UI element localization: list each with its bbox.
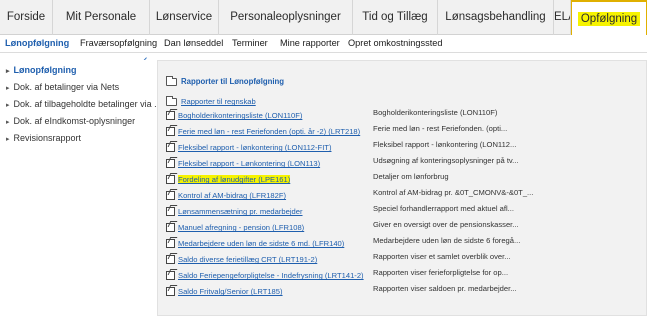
report-link[interactable]: Ferie med løn - rest Feriefonden (opti. … — [178, 127, 360, 136]
report-link[interactable]: Bogholderikonteringsliste (LON110F) — [178, 111, 302, 120]
report-row: Ferie med løn - rest Feriefonden (opti. … — [166, 123, 507, 137]
report-link[interactable]: Kontrol af AM-bidrag (LFR182F) — [178, 191, 286, 200]
report-icon — [166, 223, 175, 233]
heading-label: Rapporter til Lønopfølgning — [181, 77, 285, 87]
report-description: Rapporten viser saldoen pr. medarbejder.… — [373, 284, 517, 293]
tab-personaleoplysninger[interactable]: Personaleoplysninger — [219, 0, 353, 35]
report-link[interactable]: Fleksibel rapport - lønkontering (LON112… — [178, 143, 331, 152]
tab-label: Opfølgning — [577, 12, 641, 26]
report-icon — [166, 287, 175, 297]
report-link[interactable]: Saldo Fritvalg/Senior (LRT185) — [178, 287, 283, 296]
sidebar-item-loenopfoelgning[interactable]: ▸ Lønopfølgning — [6, 65, 77, 75]
sidebar-item-label: Dok. af tilbageholdte betalinger via ... — [13, 99, 162, 109]
tab-tid-og-tillaeg[interactable]: Tid og Tillæg — [353, 0, 438, 35]
report-icon — [166, 191, 175, 201]
bullet-icon: ▸ — [6, 68, 10, 75]
report-row: Saldo Fritvalg/Senior (LRT185) Rapporten… — [166, 283, 517, 297]
sub-navigation: Lønopfølgning Fraværsopfølgning Dan løns… — [0, 35, 647, 53]
report-description: Detaljer om lønforbrug — [373, 172, 449, 181]
report-icon — [166, 127, 175, 137]
report-icon — [166, 255, 175, 265]
sidebar-item-nets[interactable]: ▸ Dok. af betalinger via Nets — [6, 82, 119, 92]
bullet-icon: ▸ — [6, 136, 10, 143]
sidebar-item-label: Dok. af betalinger via Nets — [13, 82, 120, 92]
report-description: Speciel forhandlerrapport med aktuel afl… — [373, 204, 514, 213]
report-link[interactable]: Medarbejdere uden løn de sidste 6 md. (L… — [178, 239, 344, 248]
report-icon — [166, 159, 175, 169]
bullet-icon: ▸ — [6, 119, 10, 126]
tab-label: Lønsagsbehandling — [445, 11, 546, 23]
tab-ela-loenkontor[interactable]: ELA Lønkontor — [554, 0, 571, 35]
bullet-icon: ▸ — [6, 85, 10, 92]
tab-label: ELA Lønkontor — [554, 11, 570, 23]
report-description: Giver en oversigt over de pensionskasser… — [373, 220, 519, 229]
subtab-mine-rapporter[interactable]: Mine rapporter — [280, 38, 340, 48]
report-icon — [166, 207, 175, 217]
report-description: Medarbejdere uden løn de sidste 6 foregå… — [373, 236, 521, 245]
report-row: Manuel afregning - pension (LFR108) Give… — [166, 219, 519, 233]
report-description: Ferie med løn - rest Feriefonden. (opti.… — [373, 124, 508, 133]
sidebar-item-label: Dok. af eIndkomst-oplysninger — [13, 116, 136, 126]
subtab-opret-omkostningssted[interactable]: Opret omkostningssted — [348, 38, 442, 48]
report-description: Kontrol af AM-bidrag pr. &0T_CMONV&-&0T_… — [373, 188, 534, 197]
sidebar: ▸ Lønopfølgning ▸ Dok. af betalinger via N… — [0, 60, 162, 324]
report-link[interactable]: Saldo Feriepengeforpligtelse - Indefrysn… — [178, 271, 364, 280]
subtab-terminer[interactable]: Terminer — [232, 38, 268, 48]
tab-loensagsbehandling[interactable]: Lønsagsbehandling — [438, 0, 554, 35]
subtab-dan-loenseddel[interactable]: Dan lønseddel — [164, 38, 223, 48]
report-row: Fordeling af lønudgifter (LPE161) Detalj… — [166, 171, 449, 185]
bullet-icon: ▸ — [6, 102, 10, 109]
top-navigation: Forside Mit Personale Lønservice Persona… — [0, 0, 647, 35]
report-icon — [166, 175, 175, 185]
sidebar-item-eindkomst[interactable]: ▸ Dok. af eIndkomst-oplysninger — [6, 116, 135, 126]
report-row: Fleksibel rapport - lønkontering (LON112… — [166, 139, 516, 153]
tab-label: Tid og Tillæg — [362, 11, 428, 23]
folder-icon — [166, 75, 177, 86]
report-description: Udsøgning af konteringsoplysninger på tv… — [373, 156, 519, 165]
report-description: Rapporten viser et samlet overblik over.… — [373, 252, 511, 261]
report-icon — [166, 143, 175, 153]
tab-opfoelgning[interactable]: Opfølgning — [571, 0, 647, 35]
folder-link-label: Rapporter til regnskab — [181, 97, 256, 107]
tab-loenservice[interactable]: Lønservice — [150, 0, 219, 35]
tab-label: Mit Personale — [65, 11, 137, 23]
report-link[interactable]: Saldo diverse ferietillæg CRT (LRT191-2) — [178, 255, 317, 264]
report-link[interactable]: Manuel afregning - pension (LFR108) — [178, 223, 304, 232]
report-description: Fleksibel rapport - lønkontering (LON112… — [373, 140, 517, 149]
report-row: Bogholderikonteringsliste (LON110F) Bogh… — [166, 107, 497, 121]
panel-heading: Rapporter til Lønopfølgning — [166, 73, 284, 91]
report-link[interactable]: Fordeling af lønudgifter (LPE161) — [178, 175, 291, 185]
subtab-loenopfoelgning[interactable]: Lønopfølgning — [5, 38, 69, 48]
report-icon — [166, 111, 175, 121]
tab-mit-personale[interactable]: Mit Personale — [53, 0, 150, 35]
sidebar-item-label: Lønopfølgning — [13, 65, 77, 75]
report-row: Kontrol af AM-bidrag (LFR182F) Kontrol a… — [166, 187, 533, 201]
report-row: Medarbejdere uden løn de sidste 6 md. (L… — [166, 235, 520, 249]
report-row: Lønsammensætning pr. medarbejder Speciel… — [166, 203, 514, 217]
report-link[interactable]: Lønsammensætning pr. medarbejder — [178, 207, 303, 216]
report-link[interactable]: Fleksibel rapport - Lønkontering (LON113… — [178, 159, 320, 168]
sidebar-item-label: Revisionsrapport — [13, 133, 82, 143]
tab-label: Forside — [6, 11, 46, 23]
report-icon — [166, 239, 175, 249]
report-description: Bogholderikonteringsliste (LON110F) — [373, 108, 498, 117]
report-description: Rapporten viser ferieforpligtelse for op… — [373, 268, 509, 277]
sidebar-item-revisionsrapport[interactable]: ▸ Revisionsrapport — [6, 133, 81, 143]
report-row: Saldo Feriepengeforpligtelse - Indefrysn… — [166, 267, 508, 281]
report-row: Saldo diverse ferietillæg CRT (LRT191-2)… — [166, 251, 511, 265]
report-panel: Rapporter til Lønopfølgning Rapporter ti… — [157, 60, 647, 316]
report-row: Fleksibel rapport - Lønkontering (LON113… — [166, 155, 519, 169]
tab-label: Personaleoplysninger — [230, 11, 341, 23]
tab-label: Lønservice — [155, 11, 213, 23]
sidebar-item-tilbageholdte[interactable]: ▸ Dok. af tilbageholdte betalinger via ..… — [6, 99, 162, 109]
tab-forside[interactable]: Forside — [0, 0, 53, 35]
report-icon — [166, 271, 175, 281]
subtab-fravaersopfoelgning[interactable]: Fraværsopfølgning — [80, 38, 157, 48]
folder-icon — [166, 95, 177, 106]
